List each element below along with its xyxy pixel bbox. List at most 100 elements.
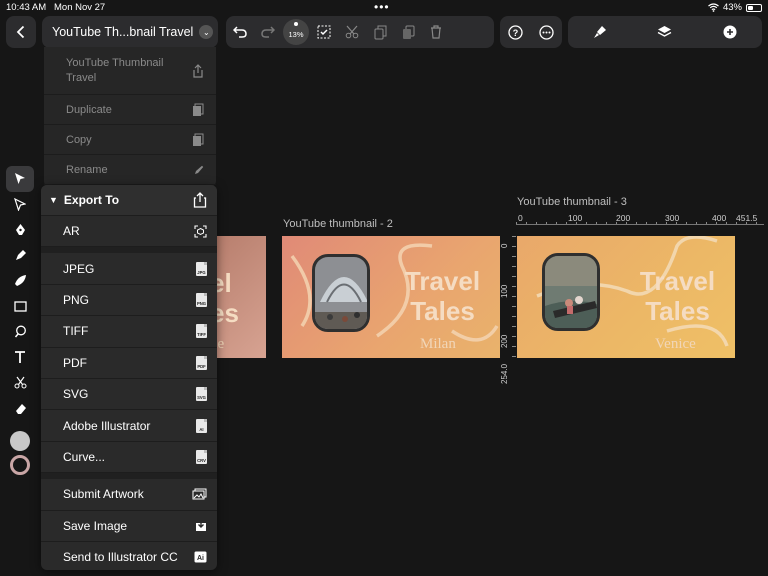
brush-tool-icon[interactable] [6, 268, 34, 294]
ruler-v-200: 200 [500, 334, 509, 348]
export-menu: ▼ Export To AR JPEG JPG PNG PNG TIFF TIFF P… [41, 185, 217, 570]
eraser-tool-icon[interactable] [6, 396, 34, 422]
artboard-thumbnail-2[interactable]: Travel Tales Milan [282, 236, 500, 358]
artboard-label-2[interactable]: YouTube thumbnail - 2 [283, 218, 393, 230]
artboard-1-text-2: es [210, 298, 239, 328]
ruler-h-ticks [516, 222, 764, 225]
format-label: PDF [63, 355, 87, 370]
action-label: Save Image [63, 518, 128, 533]
action-label: Send to Illustrator CC [63, 550, 178, 565]
artboard-3-title-1: Travel [639, 266, 716, 296]
horizontal-ruler: 0 100 200 300 400 451.5 [516, 213, 764, 225]
pencil-icon [195, 165, 204, 174]
format-label: PNG [63, 292, 90, 307]
artboard-2-subtitle: Milan [420, 336, 456, 352]
menu-item-document-name[interactable]: YouTube Thumbnail Travel [44, 47, 216, 95]
export-adobe-illustrator[interactable]: Adobe Illustrator AI [41, 410, 217, 442]
chevron-left-icon [16, 25, 25, 39]
menu-item-rename[interactable]: Rename [44, 155, 216, 185]
battery-icon [746, 3, 762, 12]
export-header-label: Export To [63, 193, 120, 207]
undo-icon[interactable] [226, 18, 254, 46]
share-icon [193, 63, 203, 78]
more-options-icon[interactable] [533, 18, 561, 46]
menu-item-duplicate[interactable]: Duplicate [44, 95, 216, 125]
brush-settings-icon[interactable] [586, 18, 614, 46]
document-menu: YouTube Thumbnail Travel Duplicate Copy … [44, 47, 216, 187]
rectangle-tool-icon[interactable] [6, 294, 34, 320]
png-file-icon: PNG [196, 292, 207, 307]
edit-toolbar: 13% [226, 16, 494, 48]
add-icon[interactable] [716, 18, 744, 46]
export-ar[interactable]: AR [41, 216, 217, 248]
help-icon[interactable]: ? [502, 18, 530, 46]
format-badge: AI [199, 426, 204, 432]
pencil-tool-icon[interactable] [6, 243, 34, 269]
trash-icon[interactable] [422, 18, 450, 46]
save-icon [196, 519, 206, 532]
battery-percent: 43% [722, 2, 742, 13]
text-tool-icon[interactable] [6, 345, 34, 371]
status-date: Mon Nov 27 [54, 2, 106, 13]
export-pdf[interactable]: PDF PDF [41, 348, 217, 379]
stroke-color-swatch[interactable] [10, 455, 30, 475]
artboard-2-title-1: Travel [404, 266, 481, 296]
send-to-illustrator[interactable]: Send to Illustrator CC Ai [41, 542, 217, 570]
format-label: Curve... [63, 449, 106, 464]
artboard-thumbnail-3[interactable]: Travel Tales Venice [517, 236, 735, 358]
status-bar: 10:43 AM Mon Nov 27 ••• 43% [0, 0, 768, 14]
node-tool-icon[interactable] [6, 192, 34, 218]
format-label: TIFF [63, 324, 89, 339]
fill-color-swatch[interactable] [10, 431, 30, 451]
curve-file-icon: CRV [196, 449, 207, 464]
venice-photo[interactable] [542, 253, 600, 331]
artboard-3-subtitle: Venice [655, 336, 696, 352]
format-badge: JPG [197, 269, 206, 275]
redo-icon[interactable] [254, 18, 282, 46]
export-icon [193, 192, 207, 208]
paste-icon[interactable] [394, 18, 422, 46]
export-curve[interactable]: Curve... CRV [41, 442, 217, 474]
svg-text:Ai: Ai [197, 555, 204, 562]
svg-file-icon: SVG [196, 387, 207, 402]
export-tiff[interactable]: TIFF TIFF [41, 316, 217, 348]
shape-builder-icon[interactable] [6, 319, 34, 345]
chevron-down-icon: ⌄ [199, 25, 214, 39]
milan-photo[interactable] [312, 254, 370, 332]
ar-icon [194, 225, 207, 238]
submit-artwork[interactable]: Submit Artwork [41, 479, 217, 511]
panel-toolbar [568, 16, 762, 48]
export-png[interactable]: PNG PNG [41, 285, 217, 317]
document-title-button[interactable]: YouTube Th...bnail Travel ⌄ [42, 16, 218, 48]
menu-item-label: Copy [66, 133, 92, 146]
tiff-file-icon: TIFF [196, 324, 207, 339]
artboard-label-3[interactable]: YouTube thumbnail - 3 [517, 196, 627, 208]
zoom-indicator[interactable]: 13% [282, 18, 310, 46]
export-svg[interactable]: SVG SVG [41, 379, 217, 411]
export-to-header[interactable]: ▼ Export To [41, 185, 217, 216]
multitasking-dots-icon[interactable]: ••• [374, 0, 390, 14]
ai-icon: Ai [194, 551, 207, 563]
ai-file-icon: AI [196, 418, 207, 433]
status-right: 43% [708, 2, 762, 13]
format-label: JPEG [63, 261, 95, 276]
pen-tool-icon[interactable] [6, 217, 34, 243]
copy-icon[interactable] [366, 18, 394, 46]
back-button[interactable] [6, 16, 36, 48]
export-jpeg[interactable]: JPEG JPG [41, 253, 217, 285]
chevron-down-icon: ▼ [49, 195, 58, 205]
scissors-tool-icon[interactable] [6, 370, 34, 396]
cut-icon[interactable] [338, 18, 366, 46]
svg-text:?: ? [513, 27, 519, 37]
tools-panel [6, 166, 34, 486]
menu-item-copy[interactable]: Copy [44, 125, 216, 155]
ruler-v-0: 0 [500, 243, 509, 248]
document-title: YouTube Th...bnail Travel [52, 25, 194, 39]
select-all-icon[interactable] [310, 18, 338, 46]
save-image[interactable]: Save Image [41, 511, 217, 542]
format-badge: TIFF [197, 332, 206, 338]
layers-icon[interactable] [651, 18, 679, 46]
selection-tool-icon[interactable] [6, 166, 34, 192]
format-badge: PDF [197, 363, 206, 369]
format-badge: SVG [197, 395, 206, 401]
